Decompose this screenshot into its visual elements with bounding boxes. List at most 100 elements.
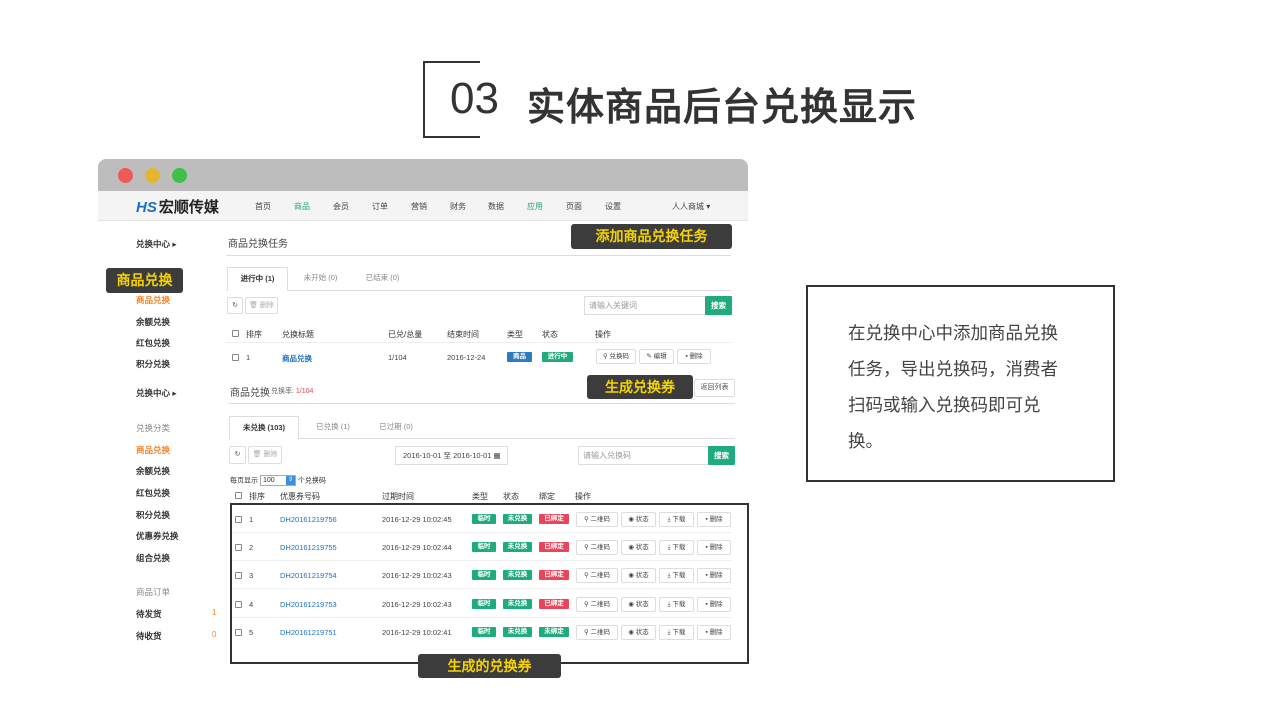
sidebar-item-goods-exchange[interactable]: 商品兑换 [136,294,170,306]
tab-expired[interactable]: 已过期 (0) [366,416,426,440]
nav-home[interactable]: 首页 [255,201,271,212]
description-box: 在兑换中心中添加商品兑换任务，导出兑换码，消费者扫码或输入兑换码即可兑换。 [806,285,1115,482]
codes-button[interactable]: ⚲ 兑换码 [596,349,636,364]
maximize-window-icon[interactable] [172,168,187,183]
col-actions: 操作 [595,330,611,339]
sidebar-group-exchange-center[interactable]: 兑换中心 ▸ [136,238,177,250]
per-page-control: 每页显示 100 ⇕ 个兑换码 [230,475,326,486]
select-all-checkbox[interactable] [235,492,242,499]
tab-not-started[interactable]: 未开始 (0) [293,267,348,291]
col-status: 状态 [542,330,558,339]
highlight-frame [230,503,749,664]
nav-data[interactable]: 数据 [488,201,504,212]
sidebar-order-to-ship[interactable]: 待发货 [136,608,162,620]
divider [226,255,731,256]
edit-button[interactable]: ✎ 编辑 [639,349,674,364]
tab-finished[interactable]: 已结束 (0) [355,267,410,291]
sidebar-cat-combo[interactable]: 组合兑换 [136,552,170,564]
sidebar-cat-redpacket[interactable]: 红包兑换 [136,487,170,499]
nav-goods[interactable]: 商品 [294,201,310,212]
delete-button[interactable]: ▪ 删除 [677,349,711,364]
search-icon: ⚲ [602,353,608,360]
trash-icon: ▪ [685,353,688,360]
nav-members[interactable]: 会员 [333,201,349,212]
search-button[interactable]: 搜索 [708,446,735,465]
sidebar-group-exchange-center-2[interactable]: 兑换中心 ▸ [136,387,177,399]
row-title-link[interactable]: 商品兑换 [282,353,312,364]
search-button[interactable]: 搜索 [705,296,732,315]
description-text: 在兑换中心中添加商品兑换任务，导出兑换码，消费者扫码或输入兑换码即可兑换。 [848,323,1058,451]
bulk-delete-button[interactable]: 🗑 删除 [245,297,278,314]
back-to-list-button[interactable]: 返回列表 [694,379,735,397]
bulk-delete-button[interactable]: 🗑 删除 [248,446,282,464]
callout-generated-coupons: 生成的兑换券 [418,654,561,678]
sidebar-cat-balance[interactable]: 余额兑换 [136,465,170,477]
status-badge: 进行中 [542,352,573,362]
select-all-checkbox[interactable] [232,330,239,337]
sidebar-item-balance-exchange[interactable]: 余额兑换 [136,316,170,328]
window-titlebar [98,159,748,191]
close-window-icon[interactable] [118,168,133,183]
col-ratio: 已兑/总量 [388,330,423,339]
sidebar-item-points-exchange[interactable]: 积分兑换 [136,358,170,370]
col-title: 兑换标题 [282,330,314,339]
minimize-window-icon[interactable] [145,168,160,183]
task-section-title: 商品兑换任务 [228,239,288,250]
nav-orders[interactable]: 订单 [372,201,388,212]
nav-settings[interactable]: 设置 [605,201,621,212]
code-section-title: 商品兑换 [230,388,270,399]
caret-down-icon: ▾ [706,202,711,211]
slide-title: 实体商品后台兑换显示 [527,87,918,129]
divider [228,403,735,404]
col-coupon-code: 优惠券号码 [280,492,320,501]
callout-goods-exchange: 商品兑换 [106,268,183,293]
callout-add-task: 添加商品兑换任务 [571,224,732,249]
store-switcher[interactable]: 人人商城 ▾ [672,201,710,212]
nav-pages[interactable]: 页面 [566,201,582,212]
sidebar-item-redpacket-exchange[interactable]: 红包兑换 [136,337,170,349]
sidebar-cat-coupon[interactable]: 优惠券兑换 [136,530,179,542]
row-divider [226,342,731,343]
col-end-time: 结束时间 [447,330,479,339]
sidebar-cat-goods[interactable]: 商品兑换 [136,444,170,456]
nav-apps[interactable]: 应用 [527,201,543,212]
col-order: 排序 [249,492,265,501]
callout-generate-coupon: 生成兑换券 [587,375,693,399]
to-ship-count: 1 [212,608,217,617]
type-badge: 商品 [507,352,532,362]
col-status: 状态 [503,492,519,501]
trash-icon: 🗑 [252,451,262,458]
brand-logo[interactable]: HS 宏顺传媒 [136,196,219,217]
col-bind: 绑定 [539,492,555,501]
col-actions: 操作 [575,492,591,501]
tab-redeemed[interactable]: 已兑换 (1) [304,416,362,440]
nav-marketing[interactable]: 营销 [411,201,427,212]
sidebar-order-to-receive[interactable]: 待收货 [136,630,162,642]
edit-icon: ✎ [646,353,652,360]
code-search-input[interactable]: 请输入兑换码 [578,446,709,465]
sidebar-cat-points[interactable]: 积分兑换 [136,509,170,521]
refresh-button[interactable]: ↻ [227,297,243,314]
refresh-icon: ↻ [232,302,238,309]
row-order: 1 [246,353,251,362]
exchange-rate: 兑换率: 1/104 [271,388,314,395]
date-range-picker[interactable]: 2016-10-01 至 2016-10-01 ▦ [395,446,508,465]
top-navbar: HS 宏顺传媒 首页 商品 会员 订单 营销 财务 数据 应用 页面 设置 人人商… [98,191,748,221]
calendar-icon: ▦ [493,451,501,460]
nav-finance[interactable]: 财务 [450,201,466,212]
per-page-select[interactable]: 100 ⇕ [259,475,296,486]
refresh-button[interactable]: ↻ [229,446,246,464]
col-type: 类型 [472,492,488,501]
row-end-time: 2016-12-24 [447,353,486,362]
caret-right-icon: ▸ [172,388,177,398]
keyword-search-input[interactable]: 请输入关键词 [584,296,706,315]
refresh-icon: ↻ [234,451,241,458]
tab-in-progress[interactable]: 进行中 (1) [227,267,288,291]
sidebar-group-categories: 兑换分类 [136,423,171,433]
row-checkbox[interactable] [232,354,239,361]
col-order: 排序 [246,330,262,339]
select-arrow-icon: ⇕ [285,476,295,485]
section-number: 03 [450,74,499,123]
tab-unredeemed[interactable]: 未兑换 (103) [229,416,299,440]
to-receive-count: 0 [212,630,217,639]
